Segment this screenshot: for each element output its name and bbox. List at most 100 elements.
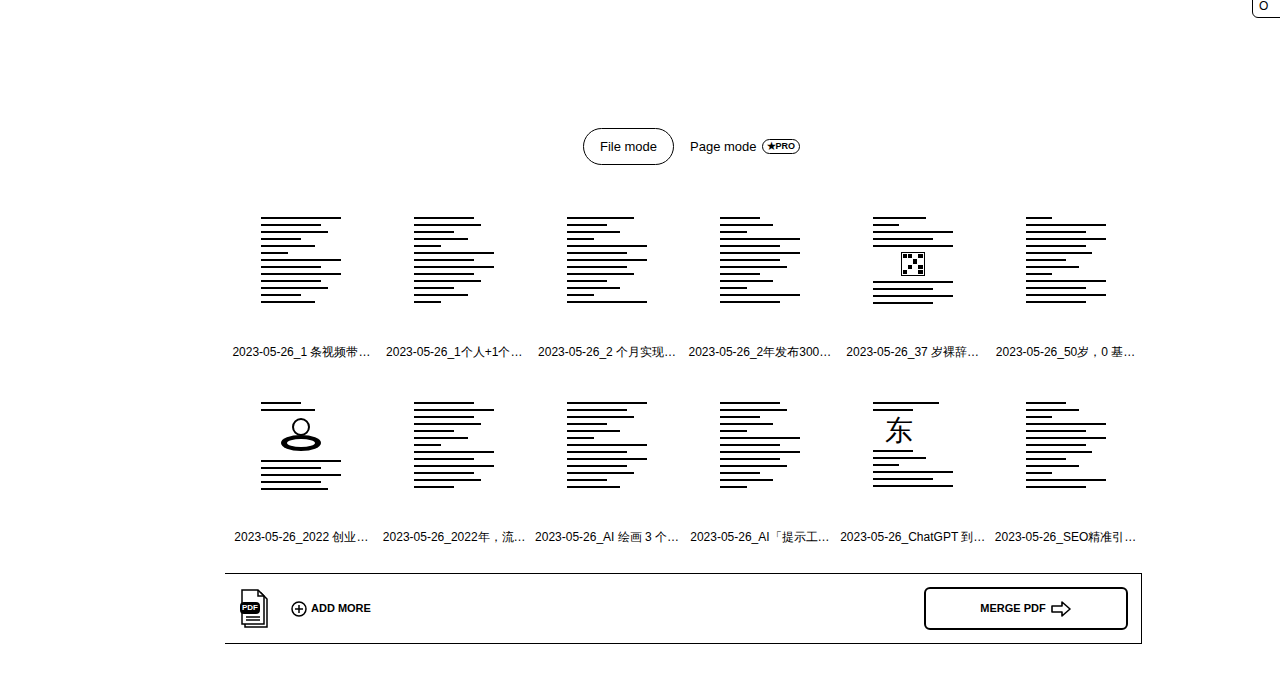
text-line [720, 301, 780, 303]
text-line [414, 444, 441, 446]
text-line [414, 486, 454, 488]
text-line [567, 252, 627, 254]
text-line [720, 238, 800, 240]
text-line [1026, 287, 1086, 289]
text-line [414, 423, 481, 425]
text-line [873, 245, 953, 247]
text-line [567, 245, 647, 247]
text-line [720, 444, 780, 446]
text-line [873, 464, 900, 466]
text-line [1026, 430, 1086, 432]
file-grid: 2023-05-26_1 条视频带… 2023-05-26_1个人+1个… 2023… [225, 210, 1142, 544]
qr-cell [903, 265, 907, 269]
qr-cell [918, 259, 922, 263]
text-line [567, 287, 620, 289]
qr-cell [913, 265, 917, 269]
file-card[interactable]: 东 2023-05-26_ChatGPT 到… [836, 395, 989, 544]
arrow-right-icon [1050, 601, 1072, 617]
qr-cell [918, 265, 922, 269]
text-line [261, 460, 341, 462]
corner-button[interactable]: O [1252, 0, 1280, 18]
text-line [1026, 231, 1086, 233]
file-card[interactable]: 2023-05-26_50岁，0 基… [989, 210, 1142, 359]
text-line [414, 458, 474, 460]
text-line [567, 479, 607, 481]
file-card[interactable]: 2023-05-26_2 个月实现… [531, 210, 684, 359]
text-line [261, 488, 328, 490]
qr-cell [918, 254, 922, 258]
text-line [720, 486, 747, 488]
merge-pdf-button[interactable]: MERGE PDF [924, 587, 1128, 630]
text-line [1026, 238, 1106, 240]
file-card[interactable]: 2023-05-26_1个人+1个… [378, 210, 531, 359]
mode-toggle: File mode Page mode ★PRO [225, 128, 1142, 165]
qr-cell [908, 254, 912, 258]
text-line [1026, 437, 1106, 439]
text-line [414, 437, 467, 439]
text-line [1026, 486, 1086, 488]
text-line [1026, 301, 1086, 303]
text-line [567, 444, 647, 446]
file-card[interactable]: 2023-05-26_2022 创业… [225, 395, 378, 544]
text-line [414, 287, 454, 289]
file-card[interactable]: 2023-05-26_1 条视频带… [225, 210, 378, 359]
file-card[interactable]: 2023-05-26_AI 绘画 3 个… [531, 395, 684, 544]
add-more-label: ADD MORE [311, 600, 371, 617]
mode-tab-label: Page mode [690, 137, 757, 157]
text-line [1026, 224, 1106, 226]
text-line [873, 281, 953, 283]
text-line [261, 481, 321, 483]
mode-tab[interactable]: Page mode ★PRO [686, 128, 804, 165]
text-line [720, 259, 780, 261]
mode-tab[interactable]: File mode [583, 128, 674, 165]
text-line [1026, 479, 1106, 481]
file-thumbnail [871, 210, 955, 327]
text-line [567, 437, 594, 439]
file-name: 2023-05-26_1个人+1个… [386, 345, 522, 359]
text-line [414, 416, 474, 418]
qr-cell [913, 254, 917, 258]
bottom-bar: PDF ADD MORE MERGE PDF [225, 573, 1142, 644]
text-line [414, 259, 474, 261]
text-line [720, 409, 787, 411]
file-thumbnail [1024, 210, 1108, 327]
file-card[interactable]: 2023-05-26_AI「提示工… [683, 395, 836, 544]
text-line [720, 231, 747, 233]
add-more-button[interactable]: ADD MORE [291, 600, 371, 617]
text-line [567, 465, 627, 467]
file-name: 2023-05-26_ChatGPT 到… [840, 530, 985, 544]
text-line [261, 474, 341, 476]
text-line [261, 402, 301, 404]
file-name: 2023-05-26_1 条视频带… [232, 345, 370, 359]
text-line [1026, 273, 1053, 275]
text-line [567, 231, 620, 233]
file-name: 2023-05-26_AI 绘画 3 个… [535, 530, 679, 544]
text-line [1026, 416, 1053, 418]
text-line [261, 252, 288, 254]
text-line [720, 224, 773, 226]
text-line [1026, 451, 1093, 453]
file-card[interactable]: 2023-05-26_SEO精准引… [989, 395, 1142, 544]
text-line [720, 472, 760, 474]
text-line [567, 238, 594, 240]
file-thumbnail [718, 395, 802, 512]
file-card[interactable]: 2023-05-26_2022年，流… [378, 395, 531, 544]
text-line [720, 294, 800, 296]
text-line [567, 409, 627, 411]
text-line [261, 294, 301, 296]
text-line [1026, 444, 1086, 446]
text-line [414, 280, 481, 282]
text-line [567, 416, 634, 418]
file-card[interactable]: 2023-05-26_37 岁裸辞… [836, 210, 989, 359]
file-card[interactable]: 2023-05-26_2年发布300… [683, 210, 836, 359]
qr-cell [903, 259, 907, 263]
text-line [873, 485, 953, 487]
pro-badge: ★PRO [762, 139, 801, 154]
text-line [414, 217, 474, 219]
file-thumbnail: 东 [871, 395, 955, 512]
text-line [720, 458, 780, 460]
qr-cell [918, 270, 922, 274]
text-line [720, 451, 800, 453]
text-line [873, 409, 913, 411]
text-line [414, 430, 454, 432]
